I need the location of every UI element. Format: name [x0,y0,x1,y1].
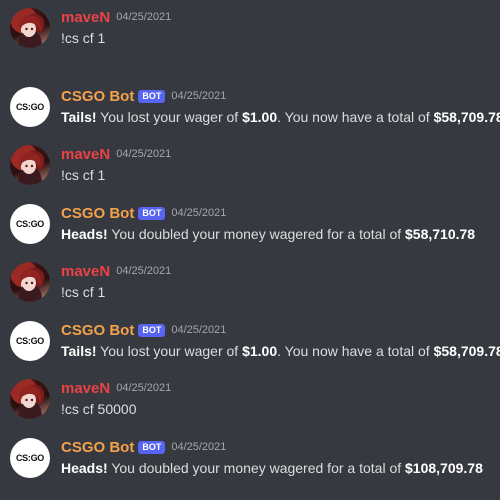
anime-avatar-icon[interactable] [10,379,50,419]
message-user: maveN 04/25/2021 !cs cf 1 [0,0,500,58]
timestamp: 04/25/2021 [116,148,172,160]
message-text: Tails! You lost your wager of $1.00. You… [61,109,500,125]
username[interactable]: maveN [61,146,110,163]
message-bot: CS:GO CSGO Bot BOT 04/25/2021 Heads! You… [0,430,500,488]
timestamp: 04/25/2021 [116,265,172,277]
username[interactable]: maveN [61,380,110,397]
message-text: Tails! You lost your wager of $1.00. You… [61,343,500,359]
bot-tag: BOT [138,89,166,103]
message-text: Heads! You doubled your money wagered fo… [61,226,475,242]
message-user: maveN 04/25/2021 !cs cf 1 [0,254,500,312]
message-part: . You now have a total of [277,109,434,125]
avatar-logo-text: CS:GO [15,102,44,112]
avatar-logo-text: CS:GO [15,336,44,346]
timestamp: 04/25/2021 [171,324,227,336]
result-text: Tails! [61,109,97,125]
bot-tag: BOT [138,440,166,454]
message-text: !cs cf 50000 [61,401,137,417]
message-part: You lost your wager of [96,343,243,359]
message-user: maveN 04/25/2021 !cs cf 50000 [0,371,500,429]
message-part: You doubled your money wagered for a tot… [107,226,406,242]
anime-avatar-icon[interactable] [10,145,50,185]
timestamp: 04/25/2021 [171,441,227,453]
message-user: maveN 04/25/2021 !cs cf 1 [0,137,500,195]
csgo-logo-icon[interactable]: CS:GO [10,438,50,478]
total-text: $58,709.78 [433,109,500,125]
username[interactable]: CSGO Bot [61,439,134,456]
message-bot: CS:GO CSGO Bot BOT 04/25/2021 Tails! You… [0,79,500,137]
message-text: !cs cf 1 [61,30,106,46]
username[interactable]: CSGO Bot [61,205,134,222]
total-text: $108,709.78 [405,460,483,476]
message-text: !cs cf 1 [61,284,106,300]
result-text: Heads! [61,226,108,242]
bot-tag: BOT [138,206,166,220]
bot-tag: BOT [138,323,166,337]
total-text: $58,709.78 [433,343,500,359]
total-text: $58,710.78 [405,226,476,242]
message-text: !cs cf 1 [61,167,106,183]
csgo-logo-icon[interactable]: CS:GO [10,204,50,244]
csgo-logo-icon[interactable]: CS:GO [10,87,50,127]
message-bot: CS:GO CSGO Bot BOT 04/25/2021 Heads! You… [0,196,500,254]
message-text: Heads! You doubled your money wagered fo… [61,460,483,476]
username[interactable]: CSGO Bot [61,88,134,105]
message-bot: CS:GO CSGO Bot BOT 04/25/2021 Tails! You… [0,313,500,371]
avatar-logo-text: CS:GO [15,219,44,229]
anime-avatar-icon[interactable] [10,262,50,302]
avatar-logo-text: CS:GO [15,453,44,463]
amount-text: $1.00 [242,109,278,125]
message-part: You doubled your money wagered for a tot… [107,460,406,476]
timestamp: 04/25/2021 [116,382,172,394]
message-part: . You now have a total of [277,343,434,359]
timestamp: 04/25/2021 [171,207,227,219]
username[interactable]: maveN [61,9,110,26]
anime-avatar-icon[interactable] [10,8,50,48]
timestamp: 04/25/2021 [116,11,172,23]
csgo-logo-icon[interactable]: CS:GO [10,321,50,361]
message-part: You lost your wager of [96,109,243,125]
result-text: Tails! [61,343,97,359]
timestamp: 04/25/2021 [171,90,227,102]
username[interactable]: CSGO Bot [61,322,134,339]
result-text: Heads! [61,460,108,476]
username[interactable]: maveN [61,263,110,280]
amount-text: $1.00 [242,343,278,359]
